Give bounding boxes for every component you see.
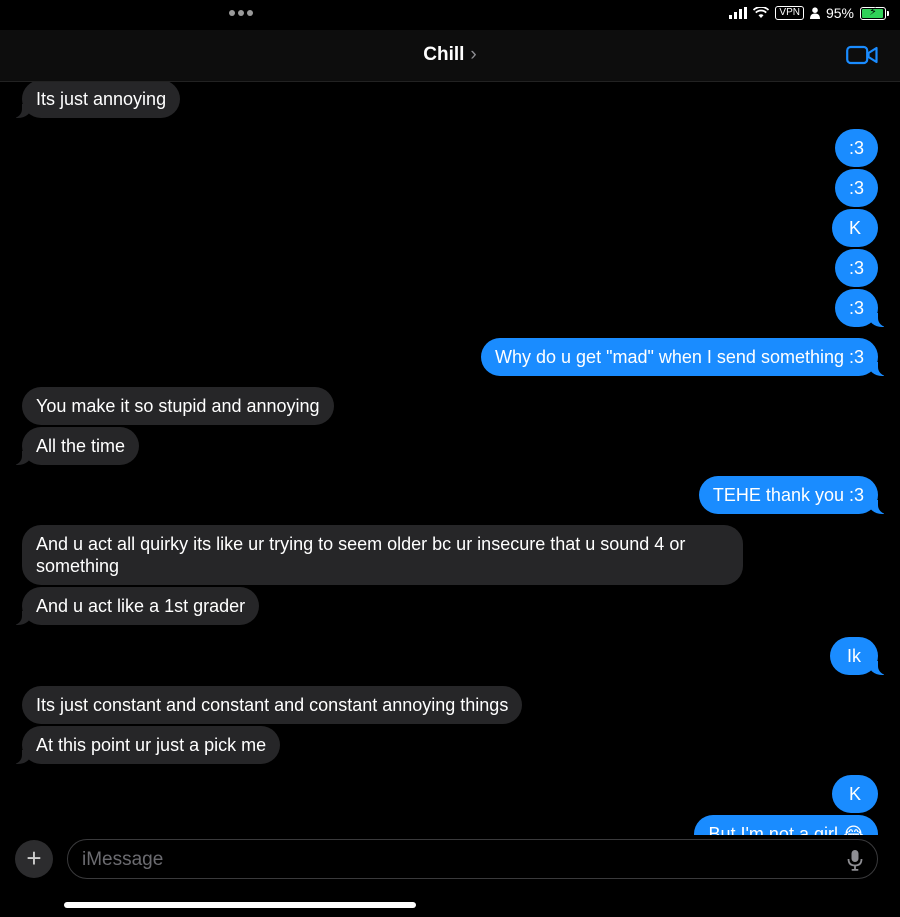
message-bubble-outgoing[interactable]: :3 <box>834 249 878 287</box>
contact-name[interactable]: Chill <box>423 44 464 65</box>
composer-bar: + iMessage <box>0 835 900 917</box>
message-bubble-incoming[interactable]: Its just annoying <box>11 82 181 118</box>
cellular-signal-icon <box>729 7 748 19</box>
message-bubble-incoming[interactable]: Its just constant and constant and const… <box>22 686 523 724</box>
message-input-placeholder: iMessage <box>82 849 164 870</box>
message-bubble-outgoing[interactable]: Ik <box>829 637 889 675</box>
battery-percent: 95% <box>825 5 854 21</box>
contact-title[interactable]: Chill › <box>0 44 900 66</box>
message-bubble-outgoing[interactable]: K <box>831 209 878 247</box>
message-bubble-outgoing[interactable]: K <box>831 775 878 813</box>
person-icon <box>809 7 820 19</box>
message-thread[interactable]: Its just annoying :3 :3 K :3 :3 Why do u… <box>0 82 900 835</box>
status-bar: VPN 95% ⚡ <box>0 0 900 30</box>
message-bubble-outgoing[interactable]: :3 <box>834 289 889 327</box>
vpn-badge: VPN <box>775 6 804 20</box>
message-bubble-incoming[interactable]: And u act all quirky its like ur trying … <box>22 525 743 585</box>
video-camera-icon[interactable] <box>846 44 878 66</box>
message-bubble-incoming[interactable]: And u act like a 1st grader <box>11 587 260 625</box>
message-bubble-outgoing[interactable]: TEHE thank you :3 <box>698 476 889 514</box>
message-bubble-outgoing[interactable]: :3 <box>834 129 878 167</box>
charging-bolt-icon: ⚡ <box>869 5 877 18</box>
message-bubble-outgoing[interactable]: :3 <box>834 169 878 207</box>
message-bubble-outgoing[interactable]: But I'm not a girl 😂 <box>694 815 878 835</box>
message-bubble-incoming[interactable]: All the time <box>11 427 140 465</box>
wifi-icon <box>753 7 770 18</box>
battery-icon: ⚡ <box>860 5 889 20</box>
conversation-header: Chill › <box>0 30 900 82</box>
message-input[interactable]: iMessage <box>67 839 878 879</box>
message-bubble-incoming[interactable]: At this point ur just a pick me <box>11 726 281 764</box>
microphone-icon[interactable] <box>847 849 863 871</box>
message-bubble-incoming[interactable]: You make it so stupid and annoying <box>22 387 334 425</box>
status-indicators: VPN 95% ⚡ <box>729 5 889 21</box>
home-indicator[interactable] <box>64 902 416 908</box>
plus-icon[interactable]: + <box>15 840 53 878</box>
chevron-right-icon[interactable]: › <box>470 44 476 65</box>
multitasking-dots-icon[interactable] <box>229 10 253 16</box>
message-bubble-outgoing[interactable]: Why do u get "mad" when I send something… <box>481 338 888 376</box>
